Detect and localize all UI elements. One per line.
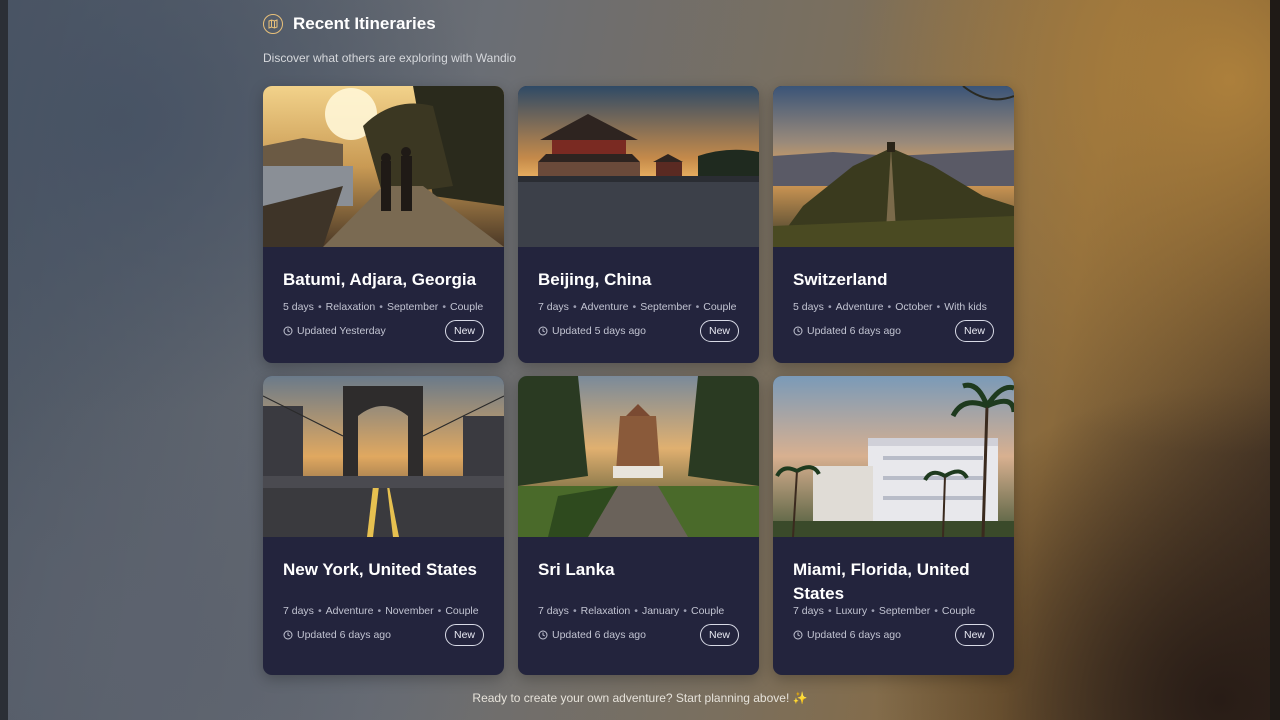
meta-month: September	[640, 301, 692, 313]
section-header: Recent Itineraries	[263, 14, 436, 34]
card-updated: Updated 6 days ago	[793, 325, 901, 337]
card-meta: 7 days • Relaxation • January • Couple	[538, 605, 725, 617]
new-badge: New	[699, 320, 739, 342]
meta-days: 7 days	[283, 605, 314, 617]
meta-days: 7 days	[793, 605, 824, 617]
card-meta: 7 days • Luxury • September • Couple	[793, 605, 976, 617]
meta-days: 5 days	[793, 301, 824, 313]
clock-icon	[538, 326, 548, 336]
card-updated: Updated 6 days ago	[793, 629, 901, 641]
page-subtitle: Discover what others are exploring with …	[263, 51, 517, 65]
new-badge: New	[444, 624, 484, 646]
window-edge-right	[1270, 0, 1280, 720]
card-title: Beijing, China	[538, 270, 652, 289]
card-title: Sri Lanka	[538, 560, 615, 579]
card-updated: Updated Yesterday	[283, 325, 386, 337]
meta-group: Couple	[690, 605, 725, 617]
meta-days: 7 days	[538, 605, 569, 617]
meta-group: With kids	[944, 301, 987, 313]
card-image	[773, 86, 1014, 247]
card-updated: Updated 6 days ago	[538, 629, 646, 641]
meta-style: Relaxation	[325, 301, 376, 313]
card-image	[263, 86, 504, 247]
clock-icon	[283, 326, 293, 336]
itinerary-card[interactable]: Sri Lanka 7 days • Relaxation • January • Coup…	[518, 376, 759, 675]
itinerary-card[interactable]: Miami, Florida, United States 7 days • Lux…	[773, 376, 1014, 675]
updated-text: Updated Yesterday	[297, 325, 386, 337]
card-updated: Updated 6 days ago	[283, 629, 391, 641]
new-badge: New	[954, 624, 994, 646]
page-title: Recent Itineraries	[293, 14, 436, 33]
itinerary-card[interactable]: Switzerland 5 days • Adventure • October • Wit…	[773, 86, 1014, 363]
clock-icon	[538, 630, 548, 640]
card-image	[518, 86, 759, 247]
window-edge-left	[0, 0, 8, 720]
meta-style: Luxury	[835, 605, 868, 617]
card-title: Switzerland	[793, 270, 888, 289]
meta-group: Couple	[941, 605, 976, 617]
card-image	[518, 376, 759, 537]
meta-days: 7 days	[538, 301, 569, 313]
meta-style: Adventure	[325, 605, 374, 617]
meta-group: Couple	[703, 301, 737, 313]
updated-text: Updated 5 days ago	[552, 325, 646, 337]
meta-month: September	[386, 301, 439, 313]
updated-text: Updated 6 days ago	[552, 629, 646, 641]
map-icon	[263, 14, 283, 34]
clock-icon	[793, 630, 803, 640]
meta-days: 5 days	[283, 301, 314, 313]
itinerary-grid: Batumi, Adjara, Georgia 5 days • Relaxatio…	[263, 86, 1014, 676]
itinerary-card[interactable]: Beijing, China 7 days • Adventure • Septembe…	[518, 86, 759, 363]
meta-group: Couple	[445, 605, 479, 617]
new-badge: New	[954, 320, 994, 342]
itinerary-card[interactable]: New York, United States 7 days • Adventure…	[263, 376, 504, 675]
itinerary-card[interactable]: Batumi, Adjara, Georgia 5 days • Relaxatio…	[263, 86, 504, 363]
meta-month: November	[385, 605, 434, 617]
meta-style: Adventure	[835, 301, 884, 313]
new-badge: New	[699, 624, 739, 646]
updated-text: Updated 6 days ago	[297, 629, 391, 641]
clock-icon	[793, 326, 803, 336]
meta-style: Relaxation	[580, 605, 631, 617]
updated-text: Updated 6 days ago	[807, 325, 901, 337]
updated-text: Updated 6 days ago	[807, 629, 901, 641]
card-title: New York, United States	[283, 560, 477, 579]
meta-month: October	[895, 301, 933, 313]
card-title: Batumi, Adjara, Georgia	[283, 270, 477, 289]
card-meta: 7 days • Adventure • November • Couple	[283, 605, 479, 617]
card-image	[263, 376, 504, 537]
clock-icon	[283, 630, 293, 640]
card-title: Miami, Florida, United States	[793, 560, 970, 603]
new-badge: New	[444, 320, 484, 342]
meta-month: September	[878, 605, 931, 617]
card-meta: 7 days • Adventure • September • Couple	[538, 301, 737, 313]
footer-cta-text: Ready to create your own adventure? Star…	[472, 691, 808, 705]
meta-group: Couple	[450, 301, 484, 313]
meta-month: January	[641, 605, 680, 617]
card-meta: 5 days • Relaxation • September • Couple	[283, 301, 484, 313]
card-image	[773, 376, 1014, 537]
card-updated: Updated 5 days ago	[538, 325, 646, 337]
card-meta: 5 days • Adventure • October • With kids	[793, 301, 987, 313]
meta-style: Adventure	[580, 301, 629, 313]
